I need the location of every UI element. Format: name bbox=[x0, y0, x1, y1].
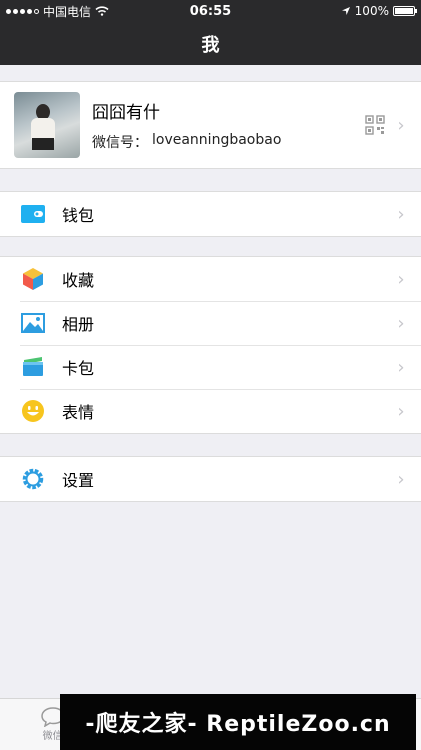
album-picture-icon bbox=[20, 310, 46, 336]
menu-item-stickers[interactable]: 表情 › bbox=[0, 389, 421, 433]
sticker-smile-icon bbox=[20, 398, 46, 424]
chevron-right-icon: › bbox=[397, 114, 405, 136]
profile-name: 囧囧有什 bbox=[92, 103, 160, 123]
wechat-id-label: 微信号： bbox=[92, 135, 148, 151]
qr-code-icon[interactable] bbox=[365, 115, 385, 135]
menu-item-label: 设置 bbox=[62, 471, 95, 490]
profile-card[interactable]: 囧囧有什 微信号： loveanningbaobao › bbox=[0, 81, 421, 169]
navigation-bar: 我 bbox=[0, 22, 421, 65]
wifi-icon bbox=[95, 6, 109, 16]
profile-info: 囧囧有什 微信号： loveanningbaobao bbox=[92, 98, 365, 152]
wechat-id-line: 微信号： loveanningbaobao bbox=[92, 132, 365, 152]
wallet-section: 钱包 › bbox=[0, 191, 421, 237]
chevron-right-icon: › bbox=[397, 312, 405, 334]
chevron-right-icon: › bbox=[397, 356, 405, 378]
status-right: 100% bbox=[275, 4, 417, 18]
status-time: 06:55 bbox=[189, 3, 232, 19]
menu-item-favorites[interactable]: 收藏 › bbox=[0, 257, 421, 301]
settings-section: 设置 › bbox=[0, 456, 421, 502]
menu-group: 收藏 › 相册 › 卡包 › 表情 › bbox=[0, 256, 421, 434]
status-bar: 中国电信 06:55 100% bbox=[0, 0, 421, 22]
wallet-icon bbox=[20, 201, 46, 227]
favorites-cube-icon bbox=[20, 266, 46, 292]
chevron-right-icon: › bbox=[397, 468, 405, 490]
menu-item-wallet[interactable]: 钱包 › bbox=[0, 192, 421, 236]
battery-percent: 100% bbox=[354, 4, 389, 18]
status-left: 中国电信 bbox=[6, 3, 146, 20]
menu-item-album[interactable]: 相册 › bbox=[0, 301, 421, 345]
signal-strength-icon bbox=[6, 8, 39, 14]
carrier-label: 中国电信 bbox=[43, 4, 92, 19]
menu-item-label: 卡包 bbox=[62, 359, 95, 378]
avatar[interactable] bbox=[14, 92, 80, 158]
gear-icon bbox=[20, 466, 46, 492]
chevron-right-icon: › bbox=[397, 203, 405, 225]
menu-item-settings[interactable]: 设置 › bbox=[0, 457, 421, 501]
watermark-text: -爬友之家- ReptileZoo.cn bbox=[85, 712, 391, 737]
menu-item-label: 收藏 bbox=[62, 271, 95, 290]
location-arrow-icon bbox=[341, 7, 350, 15]
menu-item-label: 表情 bbox=[62, 403, 95, 422]
menu-item-label: 钱包 bbox=[62, 206, 95, 225]
chevron-right-icon: › bbox=[397, 400, 405, 422]
wechat-id-value: loveanningbaobao bbox=[152, 132, 282, 148]
menu-item-label: 相册 bbox=[62, 315, 95, 334]
watermark-banner: -爬友之家- ReptileZoo.cn bbox=[60, 694, 416, 750]
card-wallet-icon bbox=[20, 354, 46, 380]
menu-item-card-wallet[interactable]: 卡包 › bbox=[0, 345, 421, 389]
battery-icon bbox=[392, 6, 417, 16]
page-title: 我 bbox=[201, 34, 220, 56]
chevron-right-icon: › bbox=[397, 268, 405, 290]
